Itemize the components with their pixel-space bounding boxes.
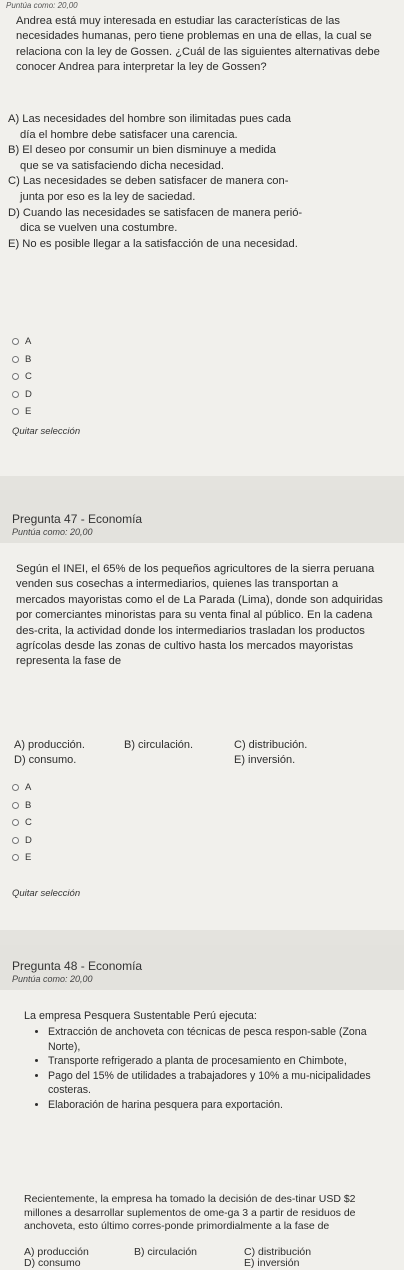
question-header: Pregunta 48 - Economía Puntúa como: 20,0… bbox=[0, 945, 404, 990]
list-item: Pago del 15% de utilidades a trabajadore… bbox=[48, 1069, 390, 1098]
radio-circle[interactable] bbox=[12, 854, 19, 862]
card-separator bbox=[0, 476, 404, 490]
option-e-text: E) No es posible llegar a la satisfacció… bbox=[8, 237, 298, 250]
question-46-card: Puntúa como: 20,00 Andrea está muy inter… bbox=[0, 0, 404, 476]
option-d-text: D) Cuando las necesidades se satisfacen … bbox=[8, 206, 303, 235]
option-a-text: A) producción. bbox=[14, 739, 85, 751]
radio-option-c[interactable]: C bbox=[0, 368, 32, 386]
clear-selection-link[interactable]: Quitar selección bbox=[0, 426, 80, 437]
option-e-text: E) inversión bbox=[244, 1257, 300, 1269]
list-item: Transporte refrigerado a planta de proce… bbox=[48, 1054, 390, 1069]
empty-cell bbox=[134, 1258, 244, 1269]
option-c-text: C) Las necesidades se deben satisfacer d… bbox=[8, 175, 289, 203]
answer-options-text: A) producción. B) circulación. C) distri… bbox=[0, 738, 404, 768]
option-d-text: D) consumo bbox=[24, 1257, 81, 1269]
option-b-text: B) circulación bbox=[134, 1246, 198, 1258]
option-c-text: C) distribución. bbox=[234, 739, 308, 751]
radio-option-a[interactable]: A bbox=[0, 779, 32, 797]
question-statement: Recientemente, la empresa ha tomado la d… bbox=[24, 1193, 356, 1232]
option-e-text: E) inversión. bbox=[234, 754, 296, 766]
radio-option-d[interactable]: D bbox=[0, 386, 32, 404]
radio-circle[interactable] bbox=[12, 355, 19, 363]
activity-list: Extracción de anchoveta con técnicas de … bbox=[0, 1025, 404, 1113]
radio-circle[interactable] bbox=[12, 801, 19, 809]
option-b-text: B) El deseo por consumir un bien disminu… bbox=[8, 144, 277, 172]
list-item: Elaboración de harina pesquera para expo… bbox=[48, 1098, 390, 1113]
radio-option-e[interactable]: E bbox=[0, 403, 32, 421]
question-48-card: Pregunta 48 - Economía Puntúa como: 20,0… bbox=[0, 945, 404, 1270]
option-a-text: A) Las necesidades del hombre son ilimit… bbox=[8, 113, 291, 141]
question-intro: La empresa Pesquera Sustentable Perú eje… bbox=[24, 1010, 257, 1022]
radio-option-d[interactable]: D bbox=[0, 832, 32, 850]
question-statement: Andrea está muy interesada en estudiar l… bbox=[16, 15, 380, 74]
radio-group: A B C D E bbox=[0, 333, 32, 421]
radio-group: A B C D E bbox=[0, 779, 32, 867]
option-b-text: B) circulación. bbox=[124, 739, 194, 751]
question-score: Puntúa como: 20,00 bbox=[6, 1, 78, 10]
empty-cell bbox=[124, 753, 234, 768]
answer-options-text: A) producción B) circulación C) distribu… bbox=[0, 1247, 404, 1269]
question-title: Pregunta 48 - Economía bbox=[12, 959, 143, 973]
radio-option-a[interactable]: A bbox=[0, 333, 32, 351]
card-separator bbox=[0, 930, 404, 945]
radio-circle[interactable] bbox=[12, 338, 19, 346]
clear-selection-link[interactable]: Quitar selección bbox=[0, 888, 80, 899]
question-header: Pregunta 47 - Economía Puntúa como: 20,0… bbox=[0, 490, 404, 543]
list-item: Extracción de anchoveta con técnicas de … bbox=[48, 1025, 390, 1054]
answer-options-text: A) Las necesidades del hombre son ilimit… bbox=[0, 112, 404, 252]
question-score: Puntúa como: 20,00 bbox=[12, 527, 93, 537]
radio-option-c[interactable]: C bbox=[0, 814, 32, 832]
option-d-text: D) consumo. bbox=[14, 754, 77, 766]
radio-option-b[interactable]: B bbox=[0, 351, 32, 369]
radio-circle[interactable] bbox=[12, 836, 19, 844]
question-statement: Según el INEI, el 65% de los pequeños ag… bbox=[16, 563, 383, 668]
radio-circle[interactable] bbox=[12, 784, 19, 792]
question-title: Pregunta 47 - Economía bbox=[12, 512, 143, 526]
radio-circle[interactable] bbox=[12, 390, 19, 398]
radio-circle[interactable] bbox=[12, 819, 19, 827]
radio-circle[interactable] bbox=[12, 373, 19, 381]
question-47-card: Pregunta 47 - Economía Puntúa como: 20,0… bbox=[0, 490, 404, 930]
radio-circle[interactable] bbox=[12, 408, 19, 416]
question-score: Puntúa como: 20,00 bbox=[12, 974, 93, 984]
radio-option-e[interactable]: E bbox=[0, 849, 32, 867]
radio-option-b[interactable]: B bbox=[0, 797, 32, 815]
